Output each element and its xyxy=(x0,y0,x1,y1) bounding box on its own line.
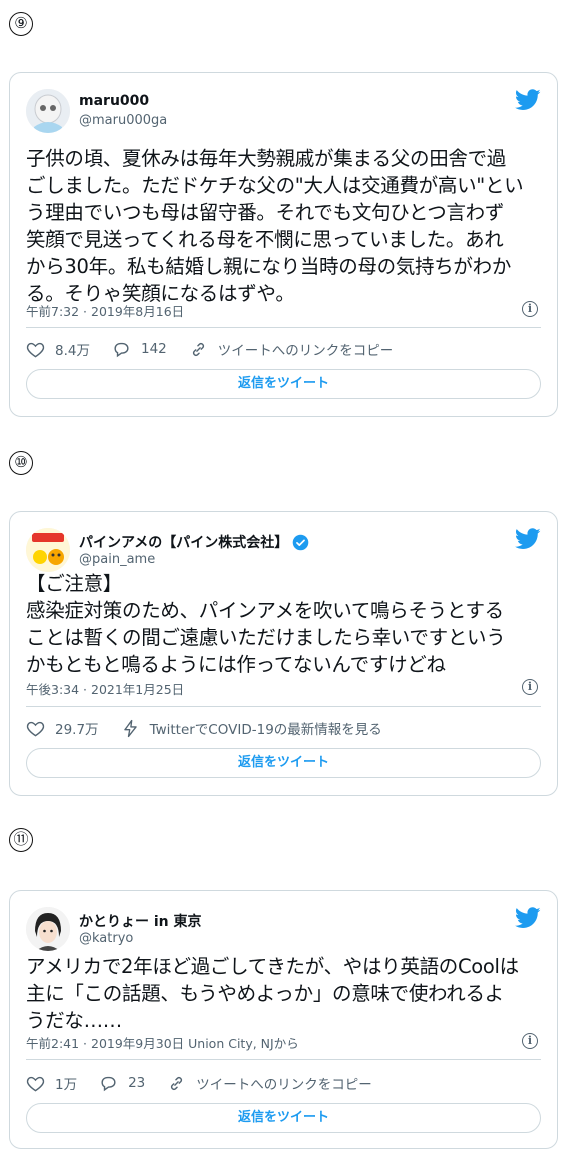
tweet-number-11: ⑪ xyxy=(9,828,33,852)
display-name[interactable]: maru000 xyxy=(79,93,149,109)
info-icon[interactable]: i xyxy=(522,679,538,695)
tweet-header: パインアメの【パイン株式会社】 @pain_ame xyxy=(26,528,541,572)
copy-link-label: ツイートへのリンクをコピー xyxy=(196,1077,372,1093)
info-icon[interactable]: i xyxy=(522,1033,538,1049)
action-bar: 8.4万 142 ツイートへのリンクをコピー xyxy=(26,339,541,359)
like-count: 1万 xyxy=(55,1077,78,1093)
user-handle[interactable]: @katryo xyxy=(79,931,133,946)
timestamp[interactable]: 午後3:34 · 2021年1月25日 xyxy=(26,679,184,698)
info-icon[interactable]: i xyxy=(522,301,538,317)
like-button[interactable]: 1万 xyxy=(26,1073,77,1093)
lightning-icon xyxy=(123,719,137,737)
link-icon xyxy=(192,342,204,356)
copy-link-label: ツイートへのリンクをコピー xyxy=(217,343,394,359)
tweet-number-9: ⑨ xyxy=(9,12,33,36)
tweet-card: maru000 @maru000ga 子供の頃、夏休みは毎年大勢親戚が集まる父の… xyxy=(9,72,558,417)
timestamp[interactable]: 午前2:41 · 2019年9月30日 Union City, NJから xyxy=(26,1033,299,1052)
verified-badge-icon xyxy=(293,534,309,550)
link-icon xyxy=(171,1076,183,1090)
tweet-header: maru000 @maru000ga xyxy=(26,89,541,133)
like-count: 29.7万 xyxy=(55,722,99,738)
reply-count-button[interactable]: 142 xyxy=(112,340,167,359)
tweet-text: 子供の頃、夏休みは毎年大勢親戚が集まる父の田舎で過 ごしました。ただドケチな父の… xyxy=(26,147,524,305)
tweet-number-10: ⑩ xyxy=(9,451,33,475)
reply-count: 142 xyxy=(140,341,167,357)
reply-count-button[interactable]: 23 xyxy=(99,1074,145,1093)
like-button[interactable]: 8.4万 xyxy=(26,339,90,359)
tweet-card: パインアメの【パイン株式会社】 @pain_ame 【ご注意】 感染症対策のため… xyxy=(9,511,558,796)
display-name[interactable]: パインアメの【パイン株式会社】 xyxy=(79,532,309,552)
copy-link-button[interactable]: ツイートへのリンクをコピー xyxy=(167,1073,372,1093)
action-bar: 29.7万 TwitterでCOVID-19の最新情報を見る xyxy=(26,718,541,738)
like-button[interactable]: 29.7万 xyxy=(26,718,99,738)
tweet-card: かとりょー in 東京 @katryo アメリカで2年ほど過ごしてきたが、やはり… xyxy=(9,890,558,1149)
covid-info-label: TwitterでCOVID-19の最新情報を見る xyxy=(149,722,382,738)
user-handle[interactable]: @pain_ame xyxy=(79,552,155,567)
avatar[interactable] xyxy=(26,89,70,133)
avatar[interactable] xyxy=(26,528,70,572)
heart-icon xyxy=(26,1076,45,1091)
comment-icon xyxy=(101,1076,116,1091)
divider xyxy=(26,1059,541,1060)
like-count: 8.4万 xyxy=(55,343,90,359)
display-name[interactable]: かとりょー in 東京 xyxy=(79,911,202,931)
divider xyxy=(26,706,541,707)
timestamp[interactable]: 午前7:32 · 2019年8月16日 xyxy=(26,301,184,320)
tweet-text: 【ご注意】 感染症対策のため、パインアメを吹いて鳴らそうとする ことは暫くの間ご… xyxy=(26,572,506,676)
tweet-header: かとりょー in 東京 @katryo xyxy=(26,907,541,951)
user-handle[interactable]: @maru000ga xyxy=(79,113,167,128)
heart-icon xyxy=(26,342,45,357)
twitter-bird-icon[interactable] xyxy=(515,528,541,550)
divider xyxy=(26,327,541,328)
reply-count: 23 xyxy=(128,1075,146,1091)
twitter-bird-icon[interactable] xyxy=(515,907,541,929)
twitter-bird-icon[interactable] xyxy=(515,89,541,111)
reply-tweet-button[interactable]: 返信をツイート xyxy=(26,1103,541,1133)
tweet-text: アメリカで2年ほど過ごしてきたが、やはり英語のCoolは 主に「この話題、もうや… xyxy=(26,955,519,1032)
reply-tweet-button[interactable]: 返信をツイート xyxy=(26,748,541,778)
heart-icon xyxy=(26,721,45,736)
comment-icon xyxy=(114,342,129,357)
avatar[interactable] xyxy=(26,907,70,951)
covid-info-link[interactable]: TwitterでCOVID-19の最新情報を見る xyxy=(121,718,382,738)
copy-link-button[interactable]: ツイートへのリンクをコピー xyxy=(189,339,394,359)
reply-tweet-button[interactable]: 返信をツイート xyxy=(26,369,541,399)
action-bar: 1万 23 ツイートへのリンクをコピー xyxy=(26,1073,541,1093)
